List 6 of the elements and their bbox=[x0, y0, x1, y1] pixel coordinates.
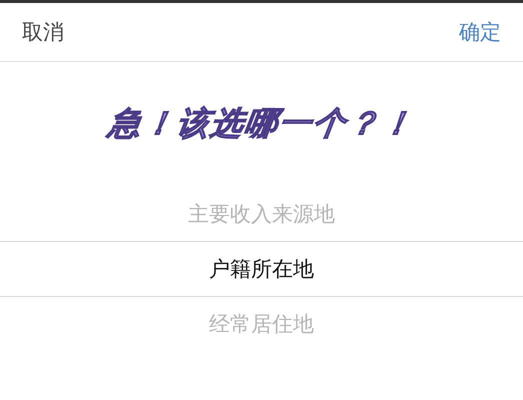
headline: 急！该选哪一个？！ bbox=[105, 103, 418, 144]
confirm-button[interactable]: 确定 bbox=[457, 16, 503, 48]
picker-option[interactable]: 主要收入来源地 bbox=[188, 187, 335, 241]
picker-option[interactable]: 经常居住地 bbox=[209, 297, 314, 351]
picker-option[interactable]: 户籍所在地 bbox=[0, 241, 523, 297]
cancel-button[interactable]: 取消 bbox=[20, 16, 66, 48]
